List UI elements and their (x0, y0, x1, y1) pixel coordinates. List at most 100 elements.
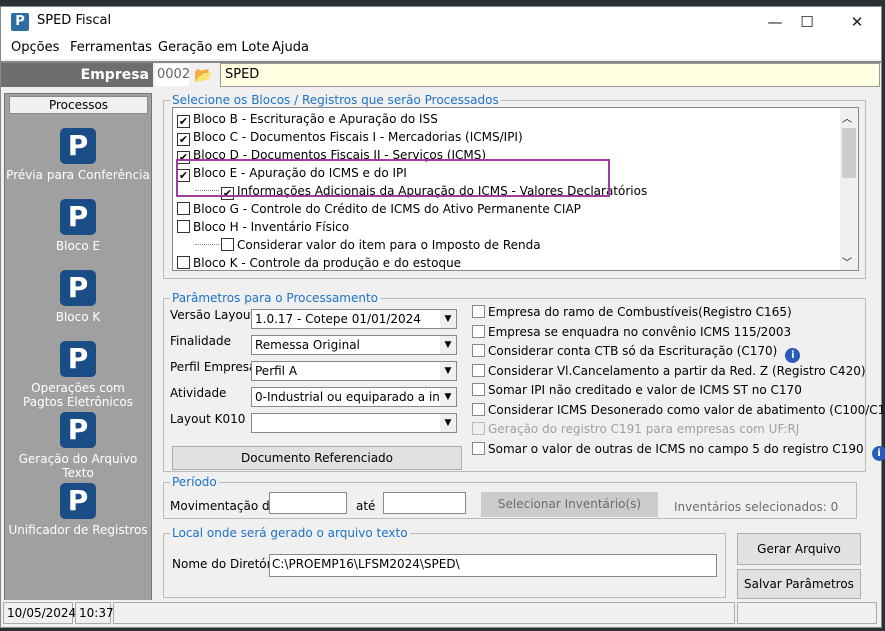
menu-bar: Opções Ferramentas Geração em Lote Ajuda (1, 37, 881, 59)
option-checkbox[interactable] (472, 402, 485, 416)
gerar-arquivo-button[interactable]: Gerar Arquivo (737, 533, 861, 565)
open-folder-icon[interactable]: 📂 (194, 66, 216, 84)
option-label: Somar o valor de outras de ICMS no campo… (488, 441, 864, 456)
menu-opcoes[interactable]: Opções (11, 40, 59, 55)
param-select[interactable]: 1.0.17 - Cotepe 01/01/2024 ▼ (251, 309, 457, 329)
close-button[interactable]: ✕ (835, 9, 879, 35)
sidebar-item-label: Bloco K (55, 310, 101, 324)
param-select[interactable]: ▼ (251, 413, 457, 433)
chevron-down-icon[interactable]: ▼ (440, 362, 456, 380)
ate-label: até (356, 499, 376, 513)
option-label: Geração do registro C191 para empresas c… (488, 422, 800, 436)
param-select[interactable]: Remessa Original ▼ (251, 335, 457, 355)
bloco-item[interactable]: Considerar valor do item para o Imposto … (195, 236, 541, 254)
option-label: Empresa do ramo de Combustíveis(Registro… (488, 305, 792, 319)
bloco-label: Bloco H - Inventário Físico (193, 220, 350, 234)
diretorio-label: Nome do Diretório (172, 557, 283, 571)
option-checkbox[interactable] (472, 344, 485, 357)
option-checkbox-row[interactable]: Geração do registro C191 para empresas c… (472, 420, 799, 438)
bloco-label: Considerar valor do item para o Imposto … (237, 238, 541, 252)
empresa-code-input[interactable]: 0002 (155, 64, 190, 86)
bloco-item[interactable]: Bloco K - Controle da produção e do esto… (177, 254, 461, 270)
maximize-button[interactable]: ☐ (785, 9, 829, 35)
sidebar-item-label: Unificador de Registros (8, 523, 148, 537)
param-select-value: Remessa Original (255, 338, 360, 352)
option-label: Considerar ICMS Desonerado como valor de… (488, 402, 885, 417)
option-checkbox-row[interactable]: Empresa do ramo de Combustíveis(Registro… (472, 303, 792, 321)
bloco-item[interactable]: Bloco G - Controle do Crédito de ICMS do… (177, 200, 581, 218)
periodo-to-input[interactable] (383, 492, 466, 514)
selecionar-inventario-button[interactable]: Selecionar Inventário(s) (481, 492, 658, 517)
option-checkbox[interactable] (472, 383, 485, 396)
menu-ajuda[interactable]: Ajuda (272, 40, 309, 55)
scroll-down-icon[interactable]: ﹀ (842, 254, 852, 269)
sidebar-item-operacoes[interactable]: P Operações com Pagtos Eletrônicos (5, 341, 151, 409)
periodo-from-input[interactable] (269, 492, 347, 514)
bloco-item[interactable]: Bloco H - Inventário Físico (177, 218, 349, 236)
chevron-down-icon[interactable]: ▼ (440, 336, 456, 354)
option-label: Considerar Vl.Cancelamento a partir da R… (488, 363, 866, 378)
bloco-label: Bloco G - Controle do Crédito de ICMS do… (193, 202, 581, 216)
bloco-checkbox[interactable] (177, 202, 190, 215)
bloco-checkbox[interactable] (221, 238, 234, 251)
menu-ferramentas[interactable]: Ferramentas (70, 40, 152, 55)
status-panel (113, 602, 735, 624)
status-time: 10:37 (75, 602, 114, 624)
status-date: 10/05/2024 (3, 602, 76, 624)
sidebar-item-bloco-k[interactable]: P Bloco K (5, 270, 151, 324)
param-select-value: Perfil A (255, 364, 298, 378)
p-logo-icon: P (60, 412, 96, 448)
diretorio-input[interactable]: C:\PROEMP16\LFSM2024\SPED\ (269, 554, 717, 577)
sidebar-item-label: Operações com Pagtos Eletrônicos (23, 381, 133, 409)
option-checkbox-row[interactable]: Somar IPI não creditado e valor de ICMS … (472, 381, 802, 399)
param-select[interactable]: 0-Industrial ou equiparado a indust ▼ (251, 387, 457, 407)
p-logo-icon: P (60, 483, 96, 519)
option-checkbox-row[interactable]: Considerar ICMS Desonerado como valor de… (472, 401, 885, 419)
status-bar: 10/05/2024 10:37 (1, 600, 881, 626)
option-checkbox[interactable] (472, 441, 485, 455)
empresa-bar: Empresa 0002 📂 SPED (1, 61, 881, 87)
option-checkbox[interactable] (472, 324, 485, 338)
scroll-thumb[interactable] (842, 128, 856, 178)
sidebar-item-geracao[interactable]: P Geração do Arquivo Texto (5, 412, 151, 480)
app-logo-icon: P (11, 13, 29, 31)
status-panel-right (737, 602, 877, 624)
option-checkbox[interactable] (472, 363, 485, 377)
param-label: Atividade (170, 386, 227, 400)
processos-header-button[interactable]: Processos (9, 96, 148, 114)
blocos-scrollbar[interactable]: ︿ ﹀ (840, 108, 858, 270)
sidebar-item-unificador[interactable]: P Unificador de Registros (5, 483, 151, 537)
param-select[interactable]: Perfil A ▼ (251, 361, 457, 381)
info-icon[interactable]: i (871, 445, 885, 461)
bloco-checkbox[interactable]: ✔ (177, 115, 190, 128)
bloco-item[interactable]: ✔ Bloco B - Escrituração e Apuração do IS… (177, 110, 438, 128)
chevron-down-icon[interactable]: ▼ (440, 310, 456, 328)
menu-geracao-em-lote[interactable]: Geração em Lote (158, 40, 269, 55)
option-checkbox-row[interactable]: Empresa se enquadra no convênio ICMS 115… (472, 323, 791, 341)
chevron-down-icon[interactable]: ▼ (440, 388, 456, 406)
sidebar-item-label: Bloco E (55, 239, 101, 253)
option-checkbox[interactable] (472, 305, 485, 318)
option-checkbox[interactable] (472, 422, 485, 435)
bloco-checkbox[interactable] (177, 256, 190, 269)
salvar-parametros-button[interactable]: Salvar Parâmetros (737, 569, 861, 599)
documento-referenciado-button[interactable]: Documento Referenciado (172, 446, 462, 470)
sidebar-item-previa[interactable]: P Prévia para Conferência (5, 128, 151, 182)
sidebar-item-label: Geração do Arquivo Texto (18, 452, 138, 480)
sidebar-item-bloco-e[interactable]: P Bloco E (5, 199, 151, 253)
blocos-legend: Selecione os Blocos / Registros que serã… (172, 93, 499, 107)
option-checkbox-row[interactable]: Considerar conta CTB só da Escrituração … (472, 342, 801, 363)
bloco-item[interactable]: ✔ Bloco C - Documentos Fiscais I - Mercad… (177, 128, 523, 146)
chevron-down-icon[interactable]: ▼ (440, 414, 456, 432)
empresa-label: Empresa (1, 63, 153, 87)
title-bar: P SPED Fiscal — ☐ ✕ (1, 7, 881, 37)
option-checkbox-row[interactable]: Somar o valor de outras de ICMS no campo… (472, 440, 885, 461)
p-logo-icon: P (60, 199, 96, 235)
option-label: Considerar conta CTB só da Escrituração … (488, 344, 778, 358)
option-checkbox-row[interactable]: Considerar Vl.Cancelamento a partir da R… (472, 362, 866, 380)
movimentacao-label: Movimentação de (170, 499, 277, 513)
parametros-legend: Parâmetros para o Processamento (172, 291, 379, 305)
scroll-up-icon[interactable]: ︿ (842, 110, 852, 125)
bloco-checkbox[interactable]: ✔ (177, 133, 190, 146)
bloco-checkbox[interactable] (177, 220, 190, 233)
